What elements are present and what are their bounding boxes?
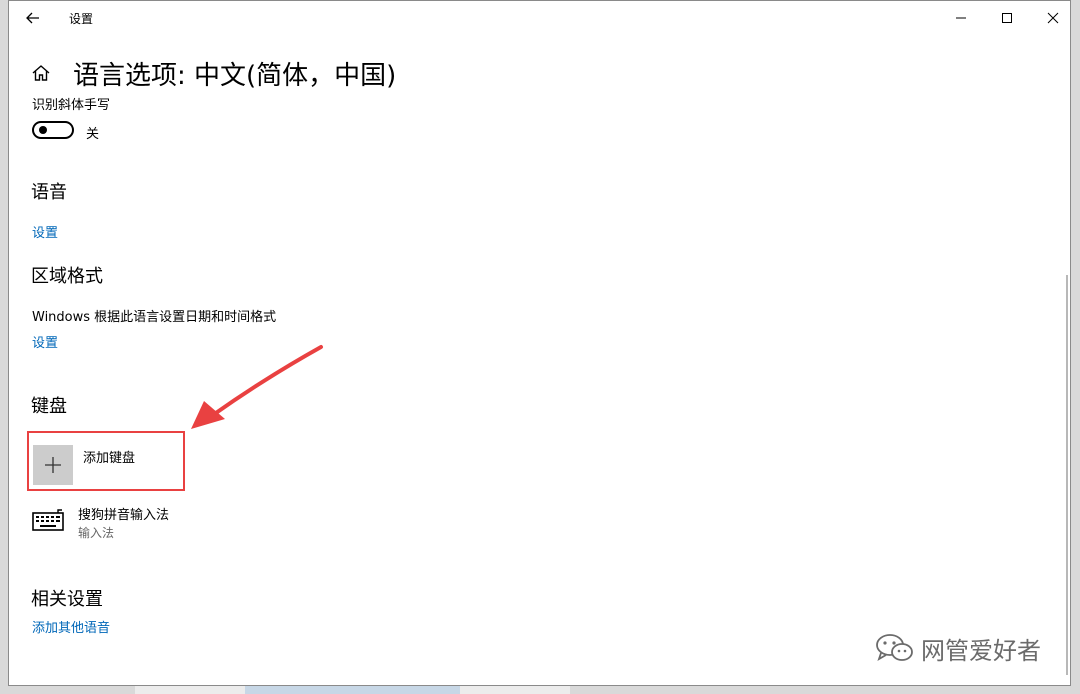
add-keyboard-label: 添加键盘 [83, 451, 136, 466]
toggle-state-text: 关 [86, 127, 100, 142]
wechat-icon [876, 634, 913, 661]
close-icon [1047, 12, 1059, 24]
window-title: 设置 [69, 12, 94, 26]
minimize-button[interactable] [944, 5, 978, 31]
plus-icon [45, 457, 61, 473]
close-button[interactable] [1036, 5, 1070, 31]
handwriting-toggle[interactable] [32, 121, 74, 139]
add-tile [33, 445, 73, 485]
region-settings-link[interactable]: 设置 [32, 332, 58, 351]
home-icon [32, 65, 50, 81]
keyboard-icon [32, 509, 64, 531]
add-language-link[interactable]: 添加其他语音 [32, 617, 110, 636]
speech-section-title: 语音 [31, 182, 67, 203]
scrollbar[interactable] [1062, 35, 1070, 681]
handwriting-label: 识别斜体手写 [32, 98, 111, 113]
speech-settings-link[interactable]: 设置 [32, 222, 58, 241]
taskbar-strip [0, 686, 1080, 694]
related-section-title: 相关设置 [31, 589, 103, 610]
watermark-text: 网管爱好者 [921, 637, 1041, 665]
home-button[interactable] [31, 63, 51, 83]
region-description: Windows 根据此语言设置日期和时间格式 [32, 310, 277, 325]
region-section-title: 区域格式 [31, 266, 103, 287]
maximize-button[interactable] [990, 5, 1024, 31]
arrow-left-icon [26, 12, 39, 24]
add-keyboard-button[interactable]: 添加键盘 [27, 431, 185, 491]
ime-name: 搜狗拼音输入法 [78, 508, 170, 523]
keyboard-section-title: 键盘 [31, 396, 67, 417]
minimize-icon [956, 17, 966, 19]
toggle-knob [39, 126, 47, 134]
scroll-thumb[interactable] [1066, 275, 1068, 675]
annotation-arrow-icon [191, 345, 323, 429]
ime-type: 输入法 [78, 526, 115, 540]
settings-window: 设置 语言选项: 中文(简体，中国) 识别斜体手写 关 语音 设置 区域格式 W… [8, 0, 1071, 686]
page-title: 语言选项: 中文(简体，中国) [73, 61, 397, 91]
title-bar: 设置 [9, 1, 1070, 35]
maximize-icon [1002, 13, 1012, 23]
back-button[interactable] [21, 7, 45, 29]
keyboard-list-item[interactable]: 搜狗拼音输入法 输入法 [27, 501, 247, 545]
